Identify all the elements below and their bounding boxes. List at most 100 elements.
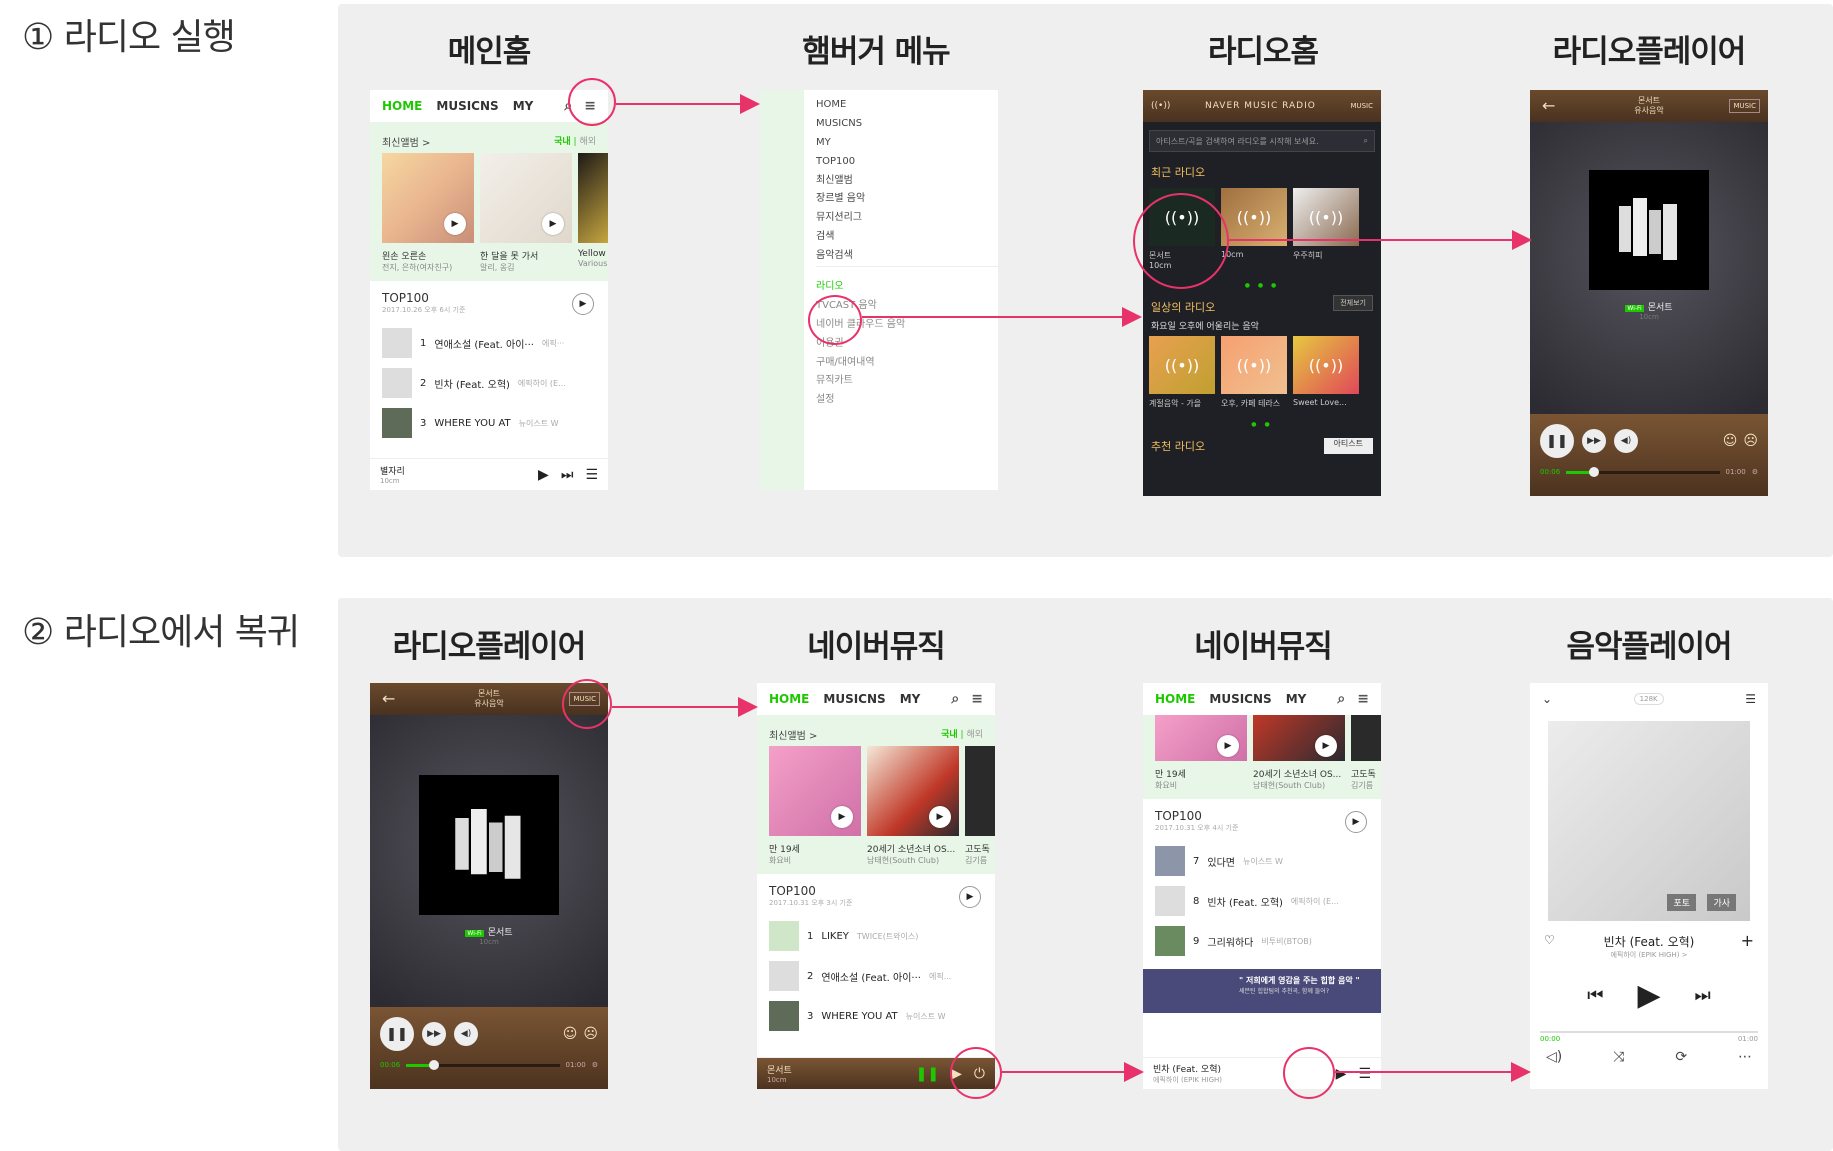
play-icon[interactable]: ▶ (1336, 1066, 1347, 1082)
list-item[interactable]: 2 연애소설 (Feat. 아이··· 에픽... (769, 956, 983, 996)
progress-bar[interactable]: 00:06 01:00 ⚙ (380, 1059, 598, 1070)
track-artist[interactable]: 에픽하이 (EPIK HIGH) > (1530, 950, 1768, 960)
menu-item[interactable]: MY (816, 134, 998, 153)
menu-item[interactable]: MUSICNS (816, 115, 998, 134)
radio-mini-player[interactable]: 몬서트 10cm ❚❚ ▶ ⏻ (757, 1057, 995, 1089)
tab-my[interactable]: MY (513, 99, 534, 113)
lyrics-button[interactable]: 가사 (1707, 894, 1736, 911)
mini-player[interactable]: 빈차 (Feat. 오혁) 에픽하이 (EPIK HIGH) ▶ ☰ (1143, 1057, 1381, 1089)
repeat-icon[interactable]: ⟳ (1675, 1049, 1687, 1065)
radio-card[interactable]: ((•)) 몬서트 10cm (1149, 188, 1215, 270)
music-button[interactable]: MUSIC (569, 691, 600, 707)
search-icon[interactable]: ⌕ (951, 691, 959, 707)
top100-link[interactable]: TOP100 (769, 884, 983, 898)
album-card[interactable]: ▶ 왼손 오른손 전지, 은하(여자친구) (382, 153, 474, 273)
heart-icon[interactable]: ♡ (1544, 933, 1555, 947)
tab-home[interactable]: HOME (382, 99, 422, 113)
shuffle-icon[interactable]: ⤨ (1613, 1049, 1624, 1065)
list-item[interactable]: 1 연애소설 (Feat. 아이··· 에픽··· (382, 323, 596, 363)
skip-button[interactable]: ▶▶ (422, 1022, 446, 1046)
tab-my[interactable]: MY (1286, 692, 1307, 706)
music-button[interactable]: MUSIC (1729, 98, 1760, 114)
album-card[interactable]: Yellow Various (578, 153, 608, 273)
list-item[interactable]: 1 LIKEY TWICE(트와이스) (769, 916, 983, 956)
menu-item[interactable]: 구매/대여내역 (816, 354, 998, 373)
radio-card[interactable]: ((•)) 오후, 카페 테라스 (1221, 336, 1287, 409)
next-icon[interactable]: ⏭ (1695, 985, 1711, 1006)
promo-banner[interactable]: " 저희에게 영감을 주는 힙합 음악 " 세븐틴 힙합팀의 추천곡, 함께 들… (1143, 969, 1381, 1013)
tab-home[interactable]: HOME (1155, 692, 1195, 706)
menu-item[interactable]: 이용권 (816, 335, 998, 354)
quality-badge[interactable]: 128K (1633, 693, 1664, 705)
radio-icon[interactable]: ((•)) (1151, 101, 1170, 111)
hamburger-icon[interactable]: ≡ (971, 691, 983, 707)
play-icon[interactable]: ▶ (831, 806, 853, 828)
play-button[interactable]: ▶ (1637, 978, 1660, 1013)
chevron-down-icon[interactable]: ⌄ (1542, 692, 1552, 706)
tab-musicns[interactable]: MUSICNS (1209, 692, 1271, 706)
pause-icon[interactable]: ❚❚ (916, 1066, 939, 1082)
menu-item[interactable]: 네이버 클라우드 음악 (816, 316, 998, 335)
radio-card[interactable]: ((•)) Sweet Love... (1293, 336, 1359, 409)
power-icon[interactable]: ⏻ (974, 1066, 985, 1082)
photo-button[interactable]: 포토 (1667, 894, 1696, 911)
playlist-icon[interactable]: ☰ (1358, 1066, 1371, 1082)
list-item[interactable]: 8 빈차 (Feat. 오혁) 에픽하이 (E... (1155, 881, 1369, 921)
back-icon[interactable]: ← (1542, 96, 1555, 115)
menu-item[interactable]: 음악검색 (816, 247, 998, 266)
play-all-icon[interactable]: ▶ (572, 293, 594, 315)
play-all-icon[interactable]: ▶ (959, 886, 981, 908)
overseas-tab[interactable]: 해외 (966, 730, 983, 740)
domestic-tab[interactable]: 국내 (941, 730, 958, 740)
overseas-tab[interactable]: 해외 (579, 137, 596, 147)
hamburger-icon[interactable]: ≡ (584, 98, 596, 114)
menu-item[interactable]: TOP100 (816, 153, 998, 172)
album-card[interactable]: 고도독 김기름 (965, 746, 995, 866)
dislike-icon[interactable]: ☹ (583, 1026, 598, 1042)
like-icon[interactable]: ☺ (563, 1026, 578, 1042)
radio-card[interactable]: ((•)) 10cm (1221, 188, 1287, 270)
album-card[interactable]: ▶ 한 달을 못 가서 알리, 옹김 (480, 153, 572, 273)
artist-tab[interactable]: 아티스트 (1323, 438, 1373, 454)
list-item[interactable]: 3 WHERE YOU AT 뉴이스트 W (769, 996, 983, 1036)
next-icon[interactable]: ⏭ (561, 467, 574, 483)
list-item[interactable]: 7 있다면 뉴이스트 W (1155, 841, 1369, 881)
see-all-button[interactable]: 전체보기 (1333, 295, 1373, 311)
search-icon[interactable]: ⌕ (1364, 136, 1368, 146)
list-item[interactable]: 2 빈차 (Feat. 오혁) 에픽하이 (E... (382, 363, 596, 403)
album-card[interactable]: ▶ 만 19세 화요비 (1155, 715, 1247, 791)
playlist-icon[interactable]: ☰ (585, 467, 598, 483)
domestic-tab[interactable]: 국내 (554, 137, 571, 147)
album-card[interactable]: ▶ 20세기 소년소녀 OS... 남태현(South Club) (1253, 715, 1345, 791)
latest-album-link[interactable]: 최신앨범 > (382, 134, 430, 149)
settings-icon[interactable]: ⚙ (1752, 468, 1758, 476)
tab-my[interactable]: MY (900, 692, 921, 706)
hamburger-icon[interactable]: ≡ (1357, 691, 1369, 707)
menu-item[interactable]: 뮤직카트 (816, 372, 998, 391)
tab-musicns[interactable]: MUSICNS (436, 99, 498, 113)
radio-search-input[interactable]: 아티스트/곡을 검색하여 라디오를 시작해 보세요. ⌕ (1149, 130, 1375, 152)
playlist-icon[interactable]: ☰ (1745, 692, 1756, 706)
menu-item[interactable]: 설정 (816, 391, 998, 410)
previous-icon[interactable]: ⏮ (1587, 985, 1603, 1006)
play-icon[interactable]: ▶ (542, 213, 564, 235)
menu-item[interactable]: TVCAST 음악 (816, 297, 998, 316)
list-item[interactable]: 3 WHERE YOU AT 뉴이스트 W (382, 403, 596, 443)
album-card[interactable]: ▶ 만 19세 화요비 (769, 746, 861, 866)
skip-button[interactable]: ▶▶ (1582, 429, 1606, 453)
next-icon[interactable]: ▶ (951, 1066, 962, 1082)
back-icon[interactable]: ← (382, 689, 395, 708)
settings-icon[interactable]: ⚙ (592, 1061, 598, 1069)
play-icon[interactable]: ▶ (538, 467, 549, 483)
search-icon[interactable]: ⌕ (1337, 691, 1345, 707)
play-icon[interactable]: ▶ (1315, 735, 1337, 757)
progress-bar[interactable]: 00:06 01:00 ⚙ (1540, 466, 1758, 477)
top100-link[interactable]: TOP100 (1155, 809, 1369, 823)
album-card[interactable]: 고도독 김기름 (1351, 715, 1381, 791)
menu-item[interactable]: 최신앨범 (816, 172, 998, 191)
play-icon[interactable]: ▶ (444, 213, 466, 235)
search-icon[interactable]: ⌕ (564, 98, 572, 114)
top100-link[interactable]: TOP100 (382, 291, 596, 305)
pause-button[interactable]: ❚❚ (1540, 424, 1574, 458)
radio-card[interactable]: ((•)) 우주히피 (1293, 188, 1359, 270)
